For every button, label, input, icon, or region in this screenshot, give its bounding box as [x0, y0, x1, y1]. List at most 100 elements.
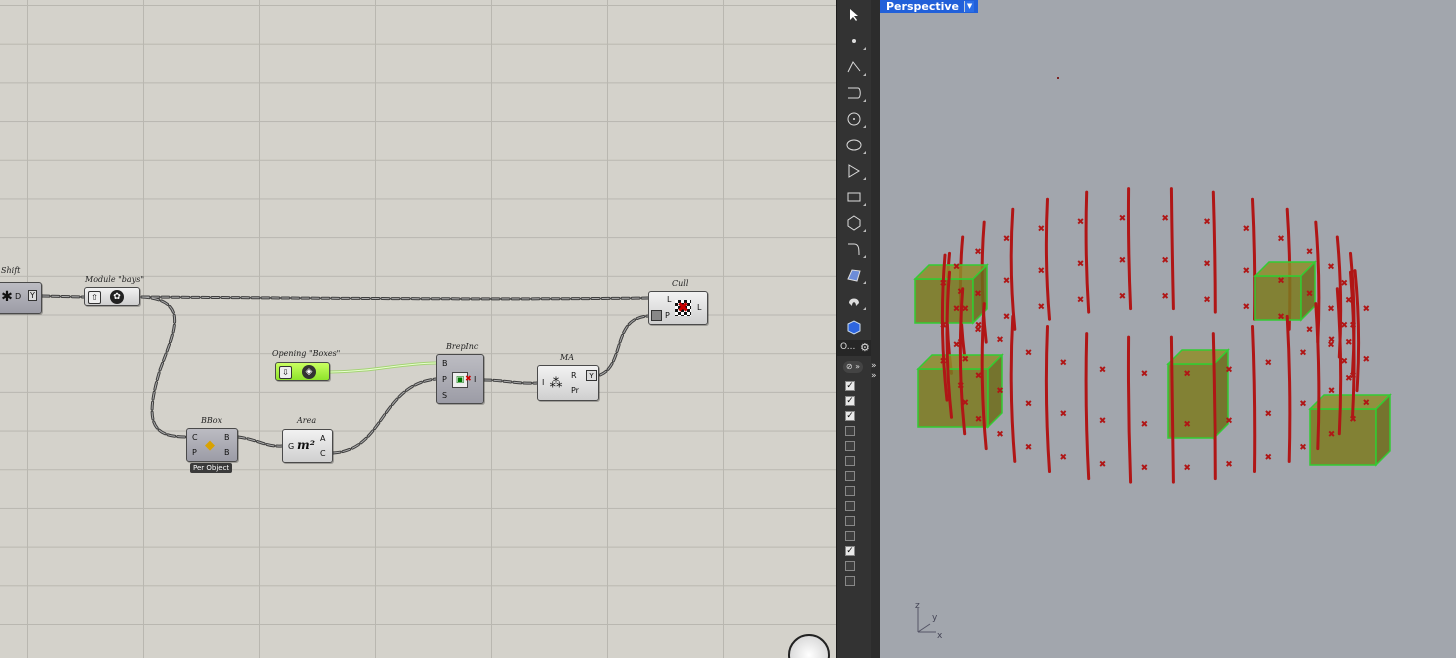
- layer-toggle-10[interactable]: [845, 516, 855, 526]
- bbox-input-c[interactable]: C: [192, 433, 198, 442]
- cull-caption: Cull: [672, 279, 689, 288]
- area-output-a[interactable]: A: [320, 434, 325, 443]
- point-marker-3-1: ✖: [1328, 387, 1336, 397]
- point-marker-4-0: ✖: [1299, 349, 1307, 359]
- bbox-input-p[interactable]: P: [192, 448, 197, 457]
- point-marker-7-2: ✖: [1183, 464, 1191, 474]
- ma-output-pr[interactable]: Pr: [571, 386, 579, 395]
- shift-component[interactable]: ✱ D Y: [0, 282, 42, 314]
- point-markers: ✖ ✖ ✖ ✖ ✖ ✖ ✖ ✖ ✖ ✖ ✖ ✖ ✖ ✖ ✖ ✖ ✖ ✖ ✖ ✖ ✖ ✖ ✖ ✖ ✖ ✖ ✖ ✖ ✖ ✖ ✖ ✖ ✖ ✖ ✖ ✖ ✖ ✖ ✖ ✖…: [940, 214, 1371, 474]
- opening-boxes-param[interactable]: ⇩ ◈: [275, 362, 330, 381]
- layer-header: O... ⚙: [837, 340, 871, 356]
- area-output-c[interactable]: C: [320, 449, 326, 458]
- point-marker-26-1: ✖: [1277, 277, 1285, 287]
- ma-input-i[interactable]: I: [542, 378, 544, 387]
- point-marker-13-2: ✖: [975, 415, 983, 425]
- layer-toggle-3[interactable]: ✓: [845, 411, 855, 421]
- select-arrow-icon[interactable]: [845, 6, 863, 24]
- gear-icon[interactable]: ⚙: [860, 341, 870, 354]
- point-marker-15-0: ✖: [957, 287, 965, 297]
- polyline-icon[interactable]: [845, 58, 866, 76]
- bbox-output-b2[interactable]: B: [224, 448, 230, 457]
- axis-y-label: y: [932, 613, 938, 623]
- cull-pattern-toggle[interactable]: [651, 310, 662, 321]
- surface-icon[interactable]: [845, 266, 866, 284]
- graft-y-icon[interactable]: Y: [586, 370, 597, 381]
- bbox-icon: ◆: [205, 437, 215, 453]
- cull-input-p[interactable]: P: [665, 311, 670, 320]
- point-marker-7-1: ✖: [1183, 420, 1191, 430]
- point-marker-1-2: ✖: [1363, 399, 1371, 409]
- ring-line-21: [1084, 190, 1091, 314]
- point-marker-26-0: ✖: [1277, 235, 1285, 245]
- point-marker-2-1: ✖: [1349, 372, 1357, 382]
- point-icon[interactable]: [845, 32, 866, 50]
- area-caption: Area: [297, 416, 317, 425]
- polygon-icon[interactable]: [845, 214, 866, 232]
- bbox-caption: BBox: [201, 416, 223, 425]
- per-object-tag: Per Object: [190, 463, 233, 473]
- point-marker-17-0: ✖: [953, 262, 961, 272]
- circle-icon[interactable]: [845, 110, 866, 128]
- ma-component[interactable]: I ⁂ R Y Pr: [537, 365, 599, 401]
- curve-icon[interactable]: [845, 84, 866, 102]
- brepinc-x-icon: ✖: [465, 374, 472, 383]
- bbox-output-b1[interactable]: B: [224, 433, 230, 442]
- layer-toggle-4[interactable]: [845, 426, 855, 436]
- brepinc-input-s[interactable]: S: [442, 391, 447, 400]
- rectangle-icon[interactable]: [845, 188, 866, 206]
- point-marker-23-0: ✖: [1161, 214, 1169, 224]
- fillet-icon[interactable]: [845, 240, 866, 258]
- layer-toggle-7[interactable]: [845, 471, 855, 481]
- upload-icon: ⇧: [88, 291, 101, 304]
- scene-geometry: ✖ ✖ ✖ ✖ ✖ ✖ ✖ ✖ ✖ ✖ ✖ ✖ ✖ ✖ ✖ ✖ ✖ ✖ ✖ ✖ ✖ ✖ ✖ ✖ ✖ ✖ ✖ ✖ ✖ ✖ ✖ ✖ ✖ ✖ ✖ ✖ ✖ ✖ ✖ ✖…: [913, 187, 1392, 484]
- point-marker-23-2: ✖: [1161, 292, 1169, 302]
- ellipse-icon[interactable]: [845, 136, 866, 154]
- ring-line-24: [1211, 190, 1217, 314]
- cull-input-l[interactable]: L: [667, 295, 671, 304]
- ring-line-22: [1126, 187, 1133, 311]
- point-marker-5-1: ✖: [1265, 409, 1273, 419]
- extrude-icon[interactable]: [845, 292, 866, 310]
- perspective-viewport[interactable]: Perspective ▼ ✖ ✖ ✖ ✖ ✖ ✖ ✖ ✖ ✖ ✖ ✖ ✖ ✖ ✖ ✖ ✖ ✖ ✖ ✖ ✖ ✖ ✖ ✖ ✖ ✖ ✖…: [880, 0, 1456, 658]
- point-marker-8-1: ✖: [1141, 420, 1149, 430]
- point-marker-12-2: ✖: [996, 430, 1004, 440]
- brepinc-input-p[interactable]: P: [442, 375, 447, 384]
- layer-toggle-8[interactable]: [845, 486, 855, 496]
- box-solid-icon[interactable]: [845, 318, 863, 336]
- layer-toggle-5[interactable]: [845, 441, 855, 451]
- layer-toggle-6[interactable]: [845, 456, 855, 466]
- area-component[interactable]: G m² A C: [282, 429, 333, 463]
- point-marker-18-0: ✖: [974, 248, 982, 258]
- layer-toggle-9[interactable]: [845, 501, 855, 511]
- point-marker-14-1: ✖: [962, 355, 970, 365]
- ma-output-r[interactable]: R: [571, 371, 577, 380]
- point-marker-17-1: ✖: [953, 304, 961, 314]
- point-marker-10-0: ✖: [1060, 359, 1068, 369]
- shift-port-y[interactable]: Y: [28, 290, 37, 301]
- layer-toggle-13[interactable]: [845, 561, 855, 571]
- module-bays-param[interactable]: ⇧ ✿: [84, 287, 140, 306]
- layer-toggle-11[interactable]: [845, 531, 855, 541]
- layer-toggle-2[interactable]: ✓: [845, 396, 855, 406]
- layer-toggle-12[interactable]: ✓: [845, 546, 855, 556]
- shift-port-d: D: [15, 292, 22, 301]
- ring-line-23: [1169, 187, 1175, 311]
- brepinc-component[interactable]: B P S ▣ ✖ I: [436, 354, 484, 404]
- point-marker-25-1: ✖: [1243, 267, 1251, 277]
- bbox-component[interactable]: C P ◆ B B: [186, 428, 238, 462]
- point-marker-25-2: ✖: [1243, 303, 1251, 313]
- layer-toggle-14[interactable]: [845, 576, 855, 586]
- grasshopper-canvas[interactable]: Shift ✱ D Y Module "bays" ⇧ ✿ Cull L P ✖…: [0, 0, 836, 658]
- layer-toggle-1[interactable]: ✓: [845, 381, 855, 391]
- area-input-g[interactable]: G: [288, 442, 294, 451]
- cull-component[interactable]: L P ✖ L: [648, 291, 708, 325]
- polygon-tool-icon[interactable]: [845, 162, 866, 180]
- brepinc-input-b[interactable]: B: [442, 359, 448, 368]
- point-marker-10-1: ✖: [1060, 409, 1068, 419]
- ring-line-7: [1169, 335, 1175, 484]
- layer-search-input[interactable]: ⊘ »: [843, 361, 863, 373]
- point-marker-22-1: ✖: [1119, 256, 1127, 266]
- brepinc-output-i[interactable]: I: [474, 375, 476, 384]
- cull-output-l[interactable]: L: [697, 303, 701, 312]
